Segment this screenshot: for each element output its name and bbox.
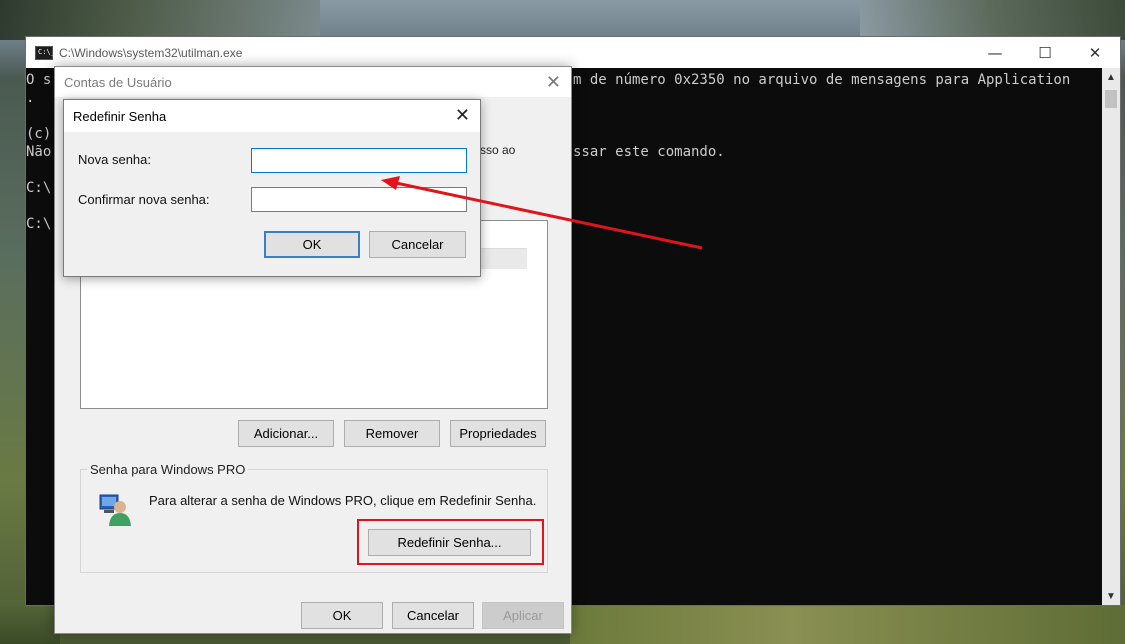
console-scrollbar[interactable]: ▲ ▼: [1102, 68, 1120, 605]
minimize-icon[interactable]: —: [970, 37, 1020, 68]
desktop-ground-left: [0, 600, 60, 644]
add-user-button[interactable]: Adicionar...: [238, 420, 334, 447]
close-icon[interactable]: ✕: [1070, 37, 1120, 68]
console-app-icon: C:\_: [35, 45, 55, 60]
password-group-label: Senha para Windows PRO: [87, 462, 249, 477]
desktop-mountain-right: [860, 0, 1125, 40]
reset-dialog-title: Redefinir Senha: [73, 108, 167, 124]
console-titlebar[interactable]: C:\_ C:\Windows\system32\utilman.exe — ☐…: [26, 37, 1120, 68]
close-icon[interactable]: ✕: [455, 105, 470, 126]
close-icon[interactable]: ✕: [546, 72, 561, 93]
console-line: O s: [26, 72, 52, 88]
cancel-button[interactable]: Cancelar: [392, 602, 474, 629]
ok-button[interactable]: OK: [301, 602, 383, 629]
confirm-password-label: Confirmar nova senha:: [78, 192, 210, 207]
scroll-down-icon[interactable]: ▼: [1102, 587, 1120, 605]
maximize-icon[interactable]: ☐: [1020, 37, 1070, 68]
desktop-ground-right: [570, 605, 1125, 644]
console-line: (c): [26, 126, 52, 142]
password-group-description: Para alterar a senha de Windows PRO, cli…: [149, 493, 537, 508]
new-password-label: Nova senha:: [78, 152, 151, 167]
console-line: ssar este comando.: [573, 144, 725, 160]
properties-button[interactable]: Propriedades: [450, 420, 546, 447]
console-title: C:\Windows\system32\utilman.exe: [59, 45, 243, 60]
scroll-up-icon[interactable]: ▲: [1102, 68, 1120, 86]
accounts-dialog-title: Contas de Usuário: [64, 74, 172, 90]
annotation-highlight-box: [357, 519, 544, 565]
reset-password-dialog: Redefinir Senha ✕ Nova senha: Confirmar …: [63, 99, 481, 277]
new-password-field[interactable]: [251, 148, 467, 173]
user-accounts-icon: [99, 494, 131, 526]
confirm-password-field[interactable]: [251, 187, 467, 212]
remove-user-button[interactable]: Remover: [344, 420, 440, 447]
console-line: Não: [26, 144, 52, 160]
console-line: C:\: [26, 180, 52, 196]
cancel-button[interactable]: Cancelar: [369, 231, 466, 258]
console-window-controls: — ☐ ✕: [970, 37, 1120, 68]
partial-description-text: sso ao: [480, 143, 516, 157]
reset-dialog-titlebar[interactable]: Redefinir Senha ✕: [64, 100, 480, 132]
apply-button[interactable]: Aplicar: [482, 602, 564, 629]
scroll-thumb[interactable]: [1105, 90, 1117, 108]
ok-button[interactable]: OK: [264, 231, 360, 258]
console-line: C:\: [26, 216, 52, 232]
desktop-mountain-left: [0, 0, 320, 40]
console-line: .: [26, 90, 35, 106]
accounts-titlebar[interactable]: Contas de Usuário ✕: [55, 67, 571, 97]
console-line: m de número 0x2350 no arquivo de mensage…: [573, 72, 1071, 88]
